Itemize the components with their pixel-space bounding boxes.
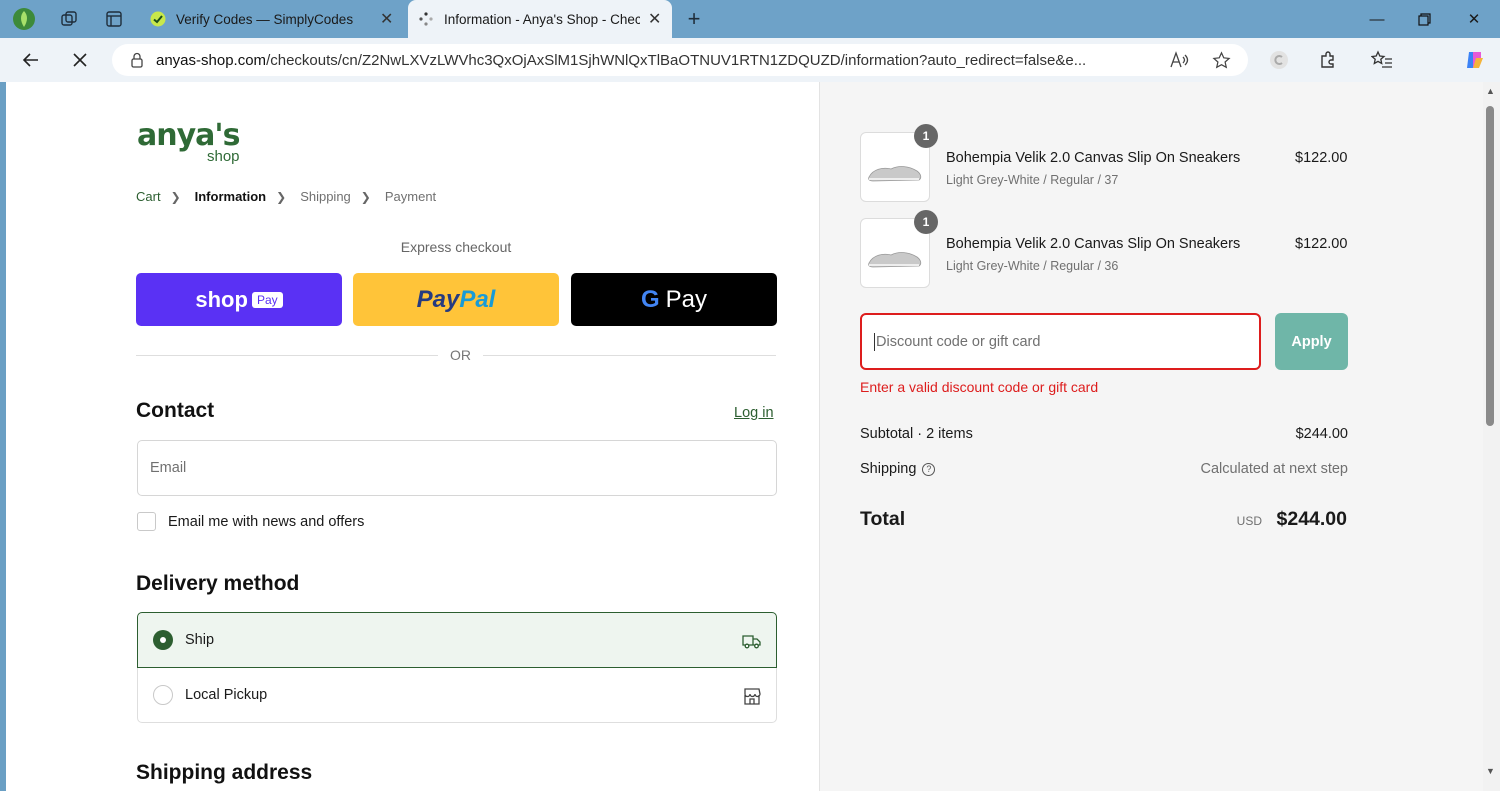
ship-radio[interactable] (153, 630, 173, 650)
scroll-down-icon[interactable]: ▼ (1486, 766, 1495, 776)
quantity-badge: 1 (914, 210, 938, 234)
help-circle-icon[interactable]: ? (922, 463, 936, 476)
close-tab-icon[interactable]: ✕ (648, 9, 661, 29)
tab-simplycodes[interactable]: Verify Codes — SimplyCodes ✕ (140, 0, 406, 38)
shop-pay-pill: Pay (251, 291, 283, 308)
subtotal-value: $244.00 (1295, 426, 1348, 442)
delivery-options: Ship Local Pickup (137, 612, 777, 723)
workspaces-icon[interactable] (56, 6, 82, 32)
shop-logo[interactable]: anya's shop (137, 120, 240, 166)
chevron-right-icon: ❯ (360, 189, 371, 204)
express-checkout-heading: Express checkout (400, 239, 512, 255)
item-name: Bohempia Velik 2.0 Canvas Slip On Sneake… (946, 236, 1241, 252)
tab-title: Information - Anya's Shop - Checkout (444, 11, 640, 27)
email-field[interactable]: Email (137, 440, 777, 496)
paypal-button[interactable]: Pay Pal (353, 273, 559, 326)
currency-code: USD (1236, 514, 1262, 528)
favorites-list-icon[interactable] (1370, 48, 1394, 72)
apply-button[interactable]: Apply (1275, 313, 1348, 370)
delivery-option-pickup[interactable]: Local Pickup (137, 668, 777, 723)
extensions-puzzle-icon[interactable] (1316, 48, 1340, 72)
favorite-star-icon[interactable] (1209, 48, 1233, 72)
or-divider-text: OR (438, 347, 483, 363)
discount-code-field[interactable]: Discount code or gift card (860, 313, 1261, 370)
extension-c-icon[interactable] (1267, 48, 1291, 72)
tab-bar: Verify Codes — SimplyCodes ✕ Information… (0, 0, 1500, 38)
line-item: 1 Bohempia Velik 2.0 Canvas Slip On Snea… (860, 124, 1360, 202)
item-variant: Light Grey-White / Regular / 37 (946, 173, 1119, 187)
new-tab-icon[interactable]: + (681, 6, 707, 32)
restore-icon[interactable] (1401, 0, 1447, 38)
close-tab-icon[interactable]: ✕ (380, 9, 393, 29)
stop-loading-icon[interactable] (66, 46, 94, 74)
loading-spinner-icon (419, 12, 433, 26)
item-price: $122.00 (1295, 236, 1348, 252)
scroll-up-icon[interactable]: ▲ (1486, 86, 1495, 96)
lock-icon[interactable] (130, 52, 144, 68)
url-field[interactable]: anyas-shop.com/checkouts/cn/Z2NwLXVzLWVh… (112, 44, 1248, 76)
breadcrumb-payment: Payment (384, 189, 437, 204)
item-name: Bohempia Velik 2.0 Canvas Slip On Sneake… (946, 150, 1241, 166)
truck-icon (742, 635, 761, 649)
scrollbar-thumb[interactable] (1486, 106, 1494, 426)
url-text: anyas-shop.com/checkouts/cn/Z2NwLXVzLWVh… (156, 52, 1146, 69)
total-value: $244.00 (1276, 508, 1348, 530)
shipping-label: Shipping (860, 461, 917, 477)
back-icon[interactable] (17, 46, 45, 74)
paypal-label-b: Pal (459, 285, 496, 313)
breadcrumb: Cart ❯ Information ❯ Shipping ❯ Payment (136, 189, 446, 204)
address-bar: anyas-shop.com/checkouts/cn/Z2NwLXVzLWVh… (0, 38, 1500, 82)
order-summary: 1 Bohempia Velik 2.0 Canvas Slip On Snea… (819, 82, 1483, 791)
browser-profile-icon[interactable] (11, 6, 37, 32)
pickup-label: Local Pickup (185, 687, 268, 703)
subtotal-label: Subtotal · 2 items (860, 426, 973, 442)
google-g-icon: G (640, 285, 660, 313)
discount-error-message: Enter a valid discount code or gift card (860, 379, 1099, 395)
shipping-address-heading: Shipping address (136, 761, 313, 784)
close-window-icon[interactable]: ✕ (1451, 0, 1497, 38)
newsletter-checkbox[interactable] (137, 512, 156, 531)
breadcrumb-information: Information (194, 189, 267, 204)
item-price: $122.00 (1295, 150, 1348, 166)
simplycodes-favicon-icon (150, 11, 166, 27)
tab-title: Verify Codes — SimplyCodes (176, 11, 354, 27)
paypal-label-a: Pay (416, 285, 460, 313)
url-domain: anyas-shop.com (156, 51, 267, 69)
shipping-value: Calculated at next step (1200, 461, 1348, 477)
tab-anyas-shop[interactable]: Information - Anya's Shop - Checkout ✕ (408, 0, 672, 38)
text-caret (874, 332, 875, 351)
shipping-row: Shipping? Calculated at next step (860, 461, 1348, 477)
shop-pay-button[interactable]: shop Pay (136, 273, 342, 326)
copilot-icon[interactable] (1463, 48, 1487, 72)
email-placeholder: Email (150, 460, 187, 476)
delivery-method-heading: Delivery method (136, 572, 300, 595)
subtotal-row: Subtotal · 2 items $244.00 (860, 426, 1348, 442)
chevron-right-icon: ❯ (170, 189, 181, 204)
login-link[interactable]: Log in (734, 405, 774, 421)
pickup-radio[interactable] (153, 685, 173, 705)
breadcrumb-cart[interactable]: Cart (136, 189, 161, 204)
tab-actions-icon[interactable] (101, 6, 127, 32)
read-aloud-icon[interactable] (1167, 48, 1191, 72)
newsletter-label[interactable]: Email me with news and offers (168, 514, 364, 530)
url-path: /checkouts/cn/Z2NwLXVzLWVhc3QxOjAxSlM1Sj… (266, 51, 1087, 69)
total-label: Total (860, 508, 906, 530)
shop-pay-label: shop (195, 286, 248, 312)
logo-sub-text: shop (207, 148, 240, 165)
item-variant: Light Grey-White / Regular / 36 (946, 259, 1119, 273)
contact-heading: Contact (136, 399, 215, 422)
minimize-icon[interactable]: — (1354, 0, 1400, 38)
store-icon (744, 688, 761, 705)
discount-placeholder: Discount code or gift card (876, 333, 1041, 350)
checkout-page: anya's shop Cart ❯ Information ❯ Shippin… (6, 82, 1483, 791)
line-item: 1 Bohempia Velik 2.0 Canvas Slip On Snea… (860, 210, 1360, 288)
breadcrumb-shipping: Shipping (300, 189, 351, 204)
delivery-option-ship[interactable]: Ship (137, 612, 777, 668)
ship-label: Ship (185, 632, 215, 648)
google-pay-label: Pay (665, 285, 708, 313)
quantity-badge: 1 (914, 124, 938, 148)
google-pay-button[interactable]: G Pay (571, 273, 777, 326)
chevron-right-icon: ❯ (276, 189, 287, 204)
page-scrollbar[interactable]: ▲ ▼ (1483, 82, 1500, 791)
